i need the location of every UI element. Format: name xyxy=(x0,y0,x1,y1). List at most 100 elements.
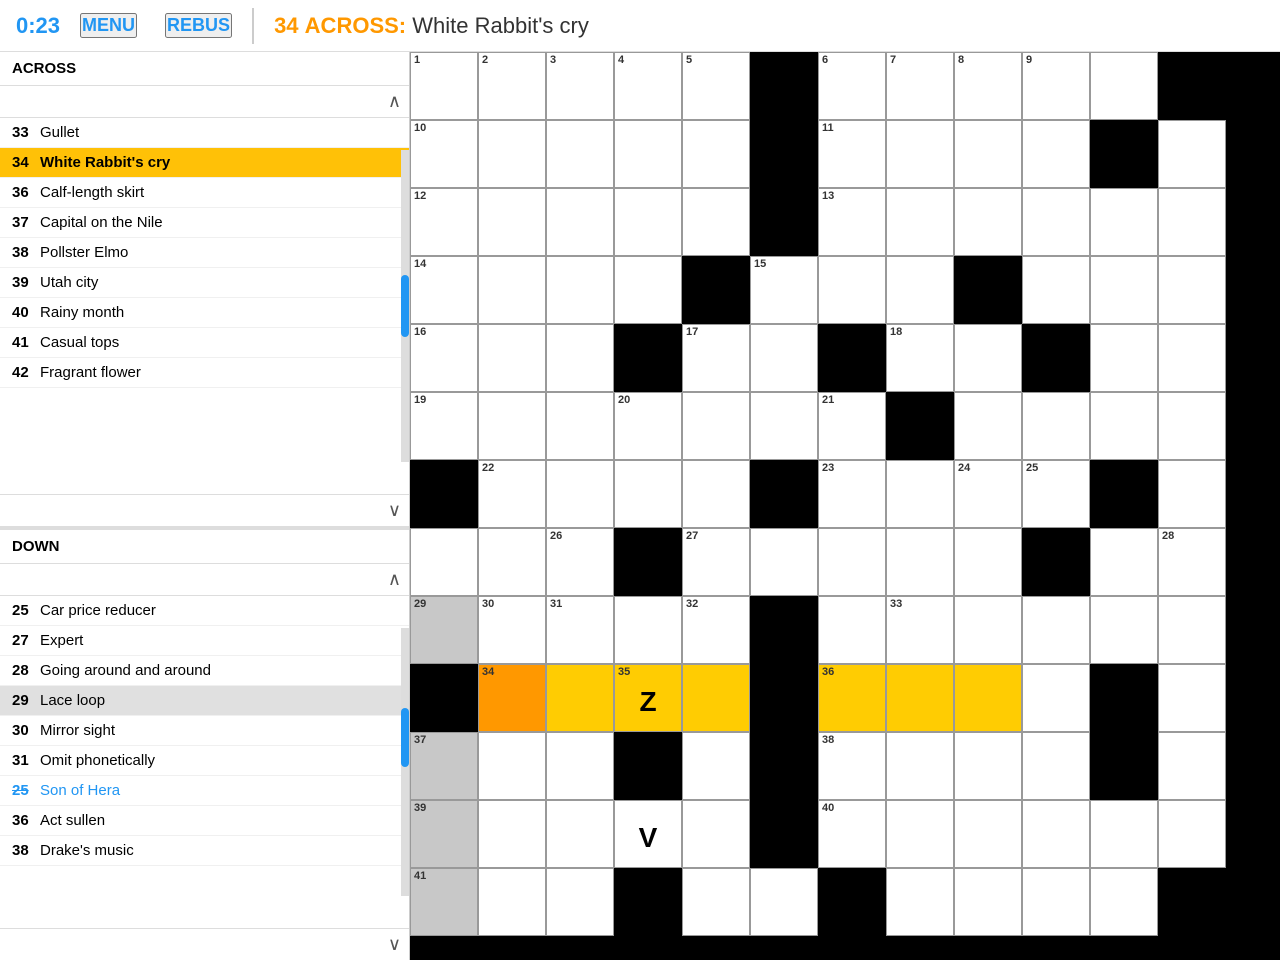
cell-12-8[interactable] xyxy=(954,868,1022,936)
cell-4-11[interactable] xyxy=(1158,324,1226,392)
cell-8-2[interactable]: 31 xyxy=(546,596,614,664)
cell-8-9[interactable] xyxy=(1022,596,1090,664)
cell-10-0[interactable]: 37 xyxy=(410,732,478,800)
cell-1-3[interactable] xyxy=(614,120,682,188)
cell-3-4[interactable] xyxy=(682,256,750,324)
across-clue-item-33[interactable]: 33Gullet xyxy=(0,118,409,148)
cell-0-6[interactable]: 6 xyxy=(818,52,886,120)
cell-9-8[interactable] xyxy=(954,664,1022,732)
cell-6-8[interactable]: 24 xyxy=(954,460,1022,528)
cell-0-1[interactable]: 2 xyxy=(478,52,546,120)
across-clue-item-37[interactable]: 37Capital on the Nile xyxy=(0,208,409,238)
down-scroll-up[interactable]: ∧ xyxy=(0,564,409,596)
cell-11-6[interactable]: 40 xyxy=(818,800,886,868)
cell-5-10[interactable] xyxy=(1090,392,1158,460)
down-clue-item-8[interactable]: 38Drake's music xyxy=(0,836,409,866)
cell-8-1[interactable]: 30 xyxy=(478,596,546,664)
cell-7-8[interactable] xyxy=(954,528,1022,596)
cell-10-10[interactable] xyxy=(1090,732,1158,800)
cell-12-9[interactable] xyxy=(1022,868,1090,936)
cell-6-7[interactable] xyxy=(886,460,954,528)
cell-9-1[interactable]: 34 xyxy=(478,664,546,732)
cell-10-6[interactable]: 38 xyxy=(818,732,886,800)
cell-2-9[interactable] xyxy=(1022,188,1090,256)
cell-9-4[interactable] xyxy=(682,664,750,732)
cell-12-4[interactable] xyxy=(682,868,750,936)
cell-1-1[interactable] xyxy=(478,120,546,188)
cell-3-6[interactable] xyxy=(818,256,886,324)
cell-3-0[interactable]: 14 xyxy=(410,256,478,324)
cell-10-11[interactable] xyxy=(1158,732,1226,800)
cell-5-5[interactable] xyxy=(750,392,818,460)
cell-4-5[interactable] xyxy=(750,324,818,392)
cell-8-8[interactable] xyxy=(954,596,1022,664)
cell-12-7[interactable] xyxy=(886,868,954,936)
cell-8-11[interactable] xyxy=(1158,596,1226,664)
cell-1-7[interactable] xyxy=(886,120,954,188)
cell-2-0[interactable]: 12 xyxy=(410,188,478,256)
cell-12-6[interactable] xyxy=(818,868,886,936)
down-clue-item-3[interactable]: 29Lace loop xyxy=(0,686,409,716)
cell-5-2[interactable] xyxy=(546,392,614,460)
cell-5-6[interactable]: 21 xyxy=(818,392,886,460)
cell-8-7[interactable]: 33 xyxy=(886,596,954,664)
cell-7-11[interactable]: 28 xyxy=(1158,528,1226,596)
cell-4-9[interactable] xyxy=(1022,324,1090,392)
cell-6-9[interactable]: 25 xyxy=(1022,460,1090,528)
cell-2-3[interactable] xyxy=(614,188,682,256)
cell-2-8[interactable] xyxy=(954,188,1022,256)
cell-12-3[interactable] xyxy=(614,868,682,936)
cell-0-5[interactable] xyxy=(750,52,818,120)
cell-6-2[interactable] xyxy=(546,460,614,528)
cell-4-6[interactable] xyxy=(818,324,886,392)
cell-6-3[interactable] xyxy=(614,460,682,528)
cell-7-9[interactable] xyxy=(1022,528,1090,596)
cell-1-4[interactable] xyxy=(682,120,750,188)
cell-1-6[interactable]: 11 xyxy=(818,120,886,188)
down-scrollbar-thumb[interactable] xyxy=(401,708,409,767)
cell-7-10[interactable] xyxy=(1090,528,1158,596)
cell-5-1[interactable] xyxy=(478,392,546,460)
down-clue-item-5[interactable]: 31Omit phonetically xyxy=(0,746,409,776)
cell-12-2[interactable] xyxy=(546,868,614,936)
across-clue-item-41[interactable]: 41Casual tops xyxy=(0,328,409,358)
down-clue-item-0[interactable]: 25Car price reducer xyxy=(0,596,409,626)
cell-10-9[interactable] xyxy=(1022,732,1090,800)
cell-0-0[interactable]: 1 xyxy=(410,52,478,120)
cell-3-3[interactable] xyxy=(614,256,682,324)
menu-button[interactable]: MENU xyxy=(80,13,137,38)
cell-6-5[interactable] xyxy=(750,460,818,528)
cell-5-11[interactable] xyxy=(1158,392,1226,460)
cell-6-6[interactable]: 23 xyxy=(818,460,886,528)
across-clue-item-39[interactable]: 39Utah city xyxy=(0,268,409,298)
cell-5-8[interactable] xyxy=(954,392,1022,460)
cell-7-7[interactable] xyxy=(886,528,954,596)
cell-11-10[interactable] xyxy=(1090,800,1158,868)
cell-2-6[interactable]: 13 xyxy=(818,188,886,256)
cell-0-7[interactable]: 7 xyxy=(886,52,954,120)
cell-7-1[interactable] xyxy=(478,528,546,596)
cell-7-0[interactable] xyxy=(410,528,478,596)
cell-0-4[interactable]: 5 xyxy=(682,52,750,120)
cell-3-8[interactable] xyxy=(954,256,1022,324)
cell-12-5[interactable] xyxy=(750,868,818,936)
cell-11-9[interactable] xyxy=(1022,800,1090,868)
rebus-button[interactable]: REBUS xyxy=(165,13,232,38)
cell-4-8[interactable] xyxy=(954,324,1022,392)
cell-4-10[interactable] xyxy=(1090,324,1158,392)
cell-4-3[interactable] xyxy=(614,324,682,392)
cell-10-4[interactable] xyxy=(682,732,750,800)
cell-0-8[interactable]: 8 xyxy=(954,52,1022,120)
cell-9-0[interactable] xyxy=(410,664,478,732)
cell-5-9[interactable] xyxy=(1022,392,1090,460)
cell-1-5[interactable] xyxy=(750,120,818,188)
cell-3-9[interactable] xyxy=(1022,256,1090,324)
cell-8-6[interactable] xyxy=(818,596,886,664)
cell-2-2[interactable] xyxy=(546,188,614,256)
cell-8-3[interactable] xyxy=(614,596,682,664)
cell-1-10[interactable] xyxy=(1090,120,1158,188)
cell-8-10[interactable] xyxy=(1090,596,1158,664)
cell-12-10[interactable] xyxy=(1090,868,1158,936)
crossword-grid-panel[interactable]: 1234567891011121314151617181920212223242… xyxy=(410,52,1280,960)
cell-5-4[interactable] xyxy=(682,392,750,460)
